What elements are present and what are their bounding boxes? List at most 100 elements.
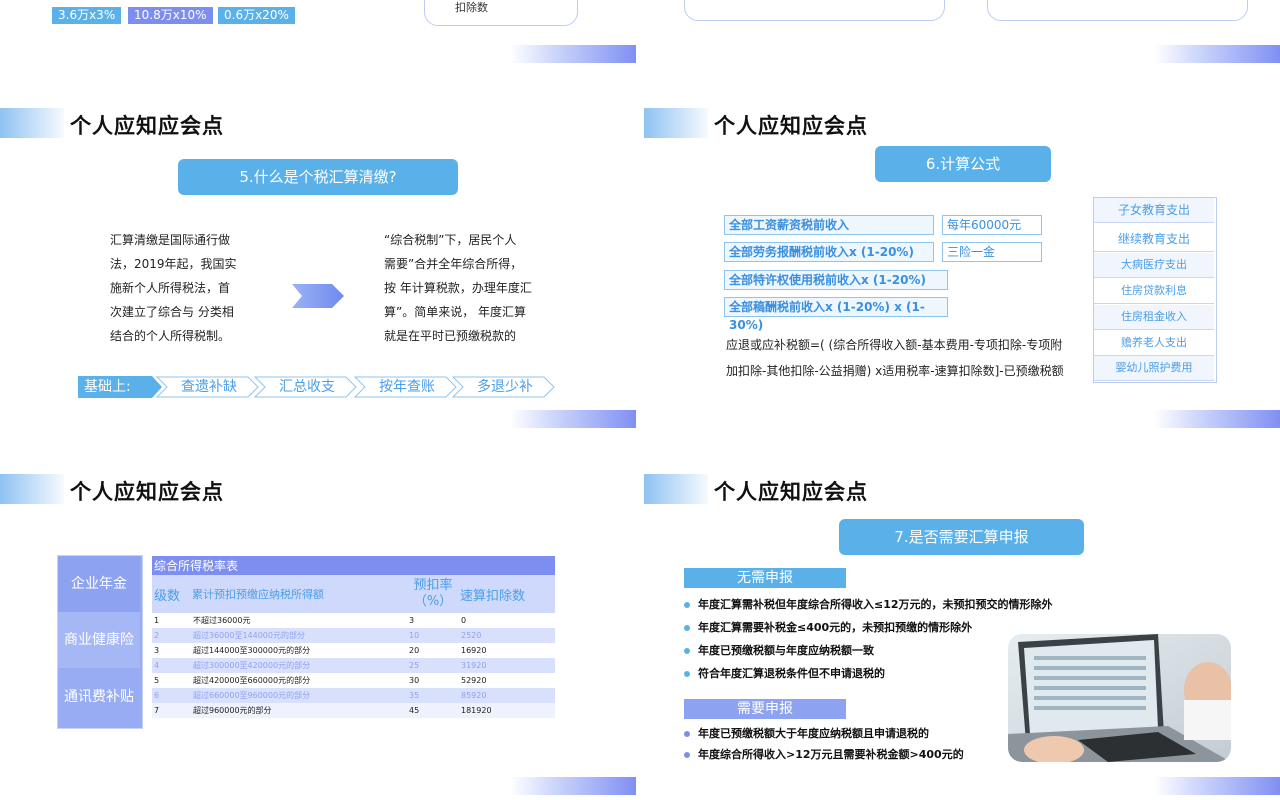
tax-rate-table: 综合所得税率表 级数 累计预扣预缴应纳税所得额 预扣率（%） 速算扣除数 1 不超… (152, 556, 555, 718)
table-cell: 超过36000至144000元的部分 (193, 631, 305, 640)
no-need-label: 无需申报 (684, 568, 846, 588)
table-row: 6 超过660000至960000元的部分 35 85920 (152, 688, 555, 703)
text-line: 施新个人所得税法，首 (110, 281, 231, 295)
table-row: 5 超过420000至660000元的部分 30 52920 (152, 673, 555, 688)
table-cell: 30 (409, 676, 420, 685)
slide-title: 个人应知应会点 (70, 114, 224, 138)
slide-title: 个人应知应会点 (714, 114, 868, 138)
income-side-2: 三险一金 (942, 242, 1042, 262)
table-cell: 35 (409, 691, 420, 700)
top-box-text: 扣除数 (455, 1, 488, 14)
table-cell: 超过300000至420000元的部分 (193, 661, 311, 670)
no-need-item: 年度已预缴税额与年度应纳税额一致 (684, 642, 874, 658)
benefit-telecom-subsidy: 通讯费补贴 (58, 668, 140, 726)
bullet-dot-icon (684, 731, 690, 737)
section-pill: 7.是否需要汇算申报 (839, 519, 1084, 555)
table-row: 3 超过144000至300000元的部分 20 16920 (152, 643, 555, 658)
text-line: 算”。简单来说， 年度汇算 (384, 305, 527, 319)
table-cell: 2520 (461, 631, 482, 640)
deco-bar (510, 45, 636, 63)
header-accent (0, 108, 64, 138)
benefit-health-insurance: 商业健康险 (58, 612, 140, 668)
header-level: 级数 (154, 588, 181, 604)
header-deduction: 速算扣除数 (460, 588, 526, 604)
slide-title: 个人应知应会点 (70, 480, 224, 504)
slide-title: 个人应知应会点 (714, 480, 868, 504)
table-row: 2 超过36000至144000元的部分 10 2520 (152, 628, 555, 643)
deco-bar (1154, 410, 1280, 428)
table-row: 1 不超过36000元 3 0 (152, 613, 555, 628)
deduction-item: 继续教育支出 (1094, 227, 1214, 252)
top-box-left: 扣除数 (424, 0, 578, 26)
income-side-1: 每年60000元 (942, 215, 1042, 235)
formula-line: 加扣除-其他扣除-公益捐赠) x适用税率-速算扣除数]-已预缴税额 (726, 364, 1064, 378)
text-line: 按 年计算税款，办理年度汇 (384, 281, 532, 295)
formula-line: 应退或应补税额=( (综合所得收入额-基本费用-专项扣除-专项附 (726, 338, 1063, 352)
no-need-item: 符合年度汇算退税条件但不申请退税的 (684, 665, 885, 681)
slide-filing-requirement[interactable]: 个人应知应会点 7.是否需要汇算申报 无需申报 年度汇算需补税但年度综合所得收入… (644, 452, 1280, 800)
text-line: 汇算清缴是国际通行做 (110, 233, 231, 247)
table-cell: 0 (461, 616, 467, 625)
step-2-label: 汇总收支 (279, 379, 335, 395)
table-cell: 45 (409, 706, 420, 715)
formula-text: 应退或应补税额=( (综合所得收入额-基本费用-专项扣除-专项附 加扣除-其他扣… (726, 332, 1076, 384)
table-cell: 超过420000至660000元的部分 (193, 676, 311, 685)
table-cell: 181920 (461, 706, 492, 715)
income-row-1: 全部工资薪资税前收入 (724, 215, 934, 235)
text-line: 次建立了综合与 分类相 (110, 305, 234, 319)
deduction-item: 赡养老人支出 (1094, 331, 1214, 356)
table-cell: 超过144000至300000元的部分 (193, 646, 311, 655)
table-cell: 6 (154, 691, 160, 700)
deduction-item: 住房租金收入 (1094, 305, 1214, 330)
tax-tag-3: 0.6万x20% (218, 7, 295, 24)
no-need-item: 年度汇算需要补税金≤400元的，未预扣预缴的情形除外 (684, 619, 972, 635)
arrow-right-icon (292, 284, 344, 308)
tax-tag-1: 3.6万x3% (52, 7, 122, 24)
step-3-label: 按年查账 (379, 379, 435, 395)
need-item: 年度综合所得收入>12万元且需要补税金额>400元的 (684, 746, 964, 762)
header-rate: 预扣率（%） (413, 578, 453, 609)
header-accent (644, 474, 708, 504)
table-cell: 3 (154, 646, 160, 655)
step-1-label: 查遗补缺 (181, 379, 237, 395)
table-cell: 超过660000至960000元的部分 (193, 691, 311, 700)
table-cell: 52920 (461, 676, 487, 685)
table-cell: 5 (154, 676, 160, 685)
bullet-dot-icon (684, 752, 690, 758)
income-row-3: 全部特许权使用税前收入x (1-20%) (724, 270, 948, 290)
deco-bar (510, 410, 636, 428)
need-item: 年度已预缴税额大于年度应纳税额且申请退税的 (684, 725, 929, 741)
text-line: 就是在平时已预缴税款的 (384, 329, 517, 343)
need-label: 需要申报 (684, 699, 846, 719)
deco-bar (1154, 45, 1280, 63)
table-cell: 20 (409, 646, 420, 655)
table-cell: 超过960000元的部分 (193, 706, 272, 715)
table-cell: 4 (154, 661, 160, 670)
deduction-item: 子女教育支出 (1094, 198, 1214, 223)
section-pill: 6.计算公式 (875, 146, 1051, 182)
no-need-item: 年度汇算需补税但年度综合所得收入≤12万元的，未预扣预交的情形除外 (684, 596, 1053, 612)
slide-tax-settlement[interactable]: 个人应知应会点 5.什么是个税汇算清缴? 汇算清缴是国际通行做 法，2019年起… (0, 88, 636, 428)
top-strip-left: 3.6万x3% 10.8万x10% 0.6万x20% 扣除数 (0, 0, 636, 64)
text-line: “综合税制”下，居民个人 (384, 233, 517, 247)
table-cell: 10 (409, 631, 420, 640)
header-accent (644, 108, 708, 138)
text-line: 结合的个人所得税制。 (110, 329, 231, 343)
deco-bar (510, 777, 636, 795)
table-row: 4 超过300000至420000元的部分 25 31920 (152, 658, 555, 673)
income-row-2: 全部劳务报酬税前收入x (1-20%) (724, 242, 934, 262)
benefit-annuity: 企业年金 (58, 556, 140, 612)
right-paragraph: “综合税制”下，居民个人 需要”合并全年综合所得， 按 年计算税款，办理年度汇 … (384, 228, 554, 348)
deduction-item: 住房贷款利息 (1094, 279, 1214, 304)
section-pill: 5.什么是个税汇算清缴? (178, 159, 458, 195)
laptop-calculator-photo (1008, 634, 1231, 762)
table-cell: 2 (154, 631, 160, 640)
bullet-dot-icon (684, 625, 690, 631)
table-cell: 7 (154, 706, 160, 715)
table-cell: 31920 (461, 661, 487, 670)
deduction-item: 大病医疗支出 (1094, 253, 1214, 278)
table-cell: 16920 (461, 646, 487, 655)
text-line: 需要”合并全年综合所得， (384, 257, 523, 271)
header-income: 累计预扣预缴应纳税所得额 (192, 588, 324, 601)
bullet-dot-icon (684, 648, 690, 654)
